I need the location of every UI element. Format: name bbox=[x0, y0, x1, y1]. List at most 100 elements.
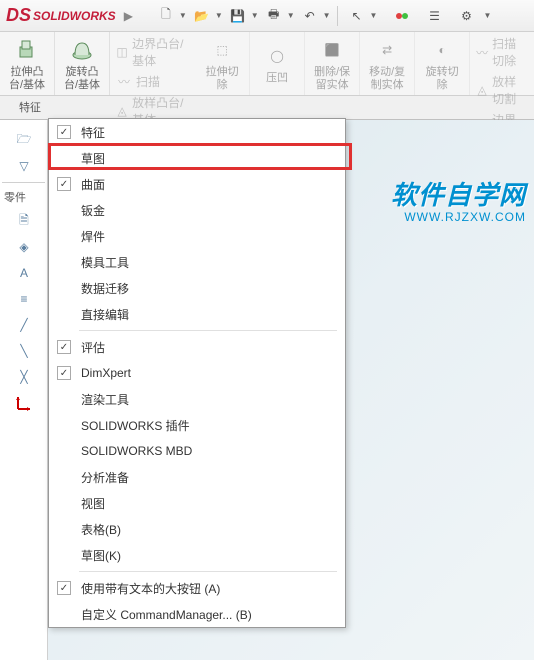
revolve-cut-icon: ◐ bbox=[428, 36, 456, 64]
context-menu-item[interactable]: 自定义 CommandManager... (B) bbox=[49, 601, 345, 627]
extrude-boss-label: 拉伸凸 台/基体 bbox=[6, 66, 48, 90]
loft-cut-icon: ◬ bbox=[476, 82, 488, 98]
titlebar-right: ☰ ⚙ ▼ bbox=[389, 4, 491, 28]
checkbox-checked-icon bbox=[57, 340, 71, 354]
sweep-icon: 〰 bbox=[116, 74, 132, 90]
sweep-cut-icon: 〰 bbox=[476, 44, 488, 60]
context-menu-item-label: 模具工具 bbox=[81, 254, 129, 271]
context-menu-item[interactable]: DimXpert bbox=[49, 360, 345, 386]
tab-features[interactable]: 特征 bbox=[6, 95, 54, 119]
loft-cut-label: 放样切割 bbox=[492, 73, 528, 107]
context-menu-item[interactable]: 数据迁移 bbox=[49, 275, 345, 301]
cut-group-5: ◐旋转切 除 bbox=[415, 32, 470, 95]
dropdown-icon[interactable]: ▼ bbox=[215, 11, 223, 20]
context-menu-item[interactable]: 直接编辑 bbox=[49, 301, 345, 327]
revolve-cut-button[interactable]: ◐旋转切 除 bbox=[421, 36, 463, 90]
chevron-right-icon[interactable]: ▶ bbox=[124, 9, 133, 23]
revolve-boss-group: 旋转凸 台/基体 bbox=[55, 32, 110, 95]
context-menu-item[interactable]: 使用带有文本的大按钮 (A) bbox=[49, 575, 345, 601]
context-menu-item[interactable]: 焊件 bbox=[49, 223, 345, 249]
filter-icon[interactable]: ▽ bbox=[2, 154, 46, 178]
context-menu-item-label: 渲染工具 bbox=[81, 391, 129, 408]
boundary-boss-button[interactable]: ◫边界凸台/基体 bbox=[114, 34, 191, 70]
titlebar: DS SOLIDWORKS ▶ 🗋▼ 📂▼ 💾▼ 🖶▼ ↶▼ ↖▼ ☰ ⚙ ▼ bbox=[0, 0, 534, 32]
app-logo: DS SOLIDWORKS bbox=[6, 5, 116, 26]
move-copy-button[interactable]: ⇄移动/复 制实体 bbox=[366, 36, 408, 90]
context-menu-item-label: 使用带有文本的大按钮 (A) bbox=[81, 580, 220, 597]
context-menu-item[interactable]: 曲面 bbox=[49, 171, 345, 197]
sweep-cut-button[interactable]: 〰扫描切除 bbox=[474, 34, 530, 70]
print-icon[interactable]: 🖶 bbox=[261, 4, 287, 28]
context-menu-item[interactable]: SOLIDWORKS 插件 bbox=[49, 412, 345, 438]
traffic-light-icon[interactable] bbox=[389, 4, 415, 28]
context-menu-item[interactable]: 渲染工具 bbox=[49, 386, 345, 412]
move-copy-icon: ⇄ bbox=[373, 36, 401, 64]
dropdown-icon[interactable]: ▼ bbox=[179, 11, 187, 20]
context-menu-item[interactable]: 草图 bbox=[49, 145, 345, 171]
loft-cut-button[interactable]: ◬放样切割 bbox=[474, 72, 530, 108]
tabs-context-menu: 特征草图曲面钣金焊件模具工具数据迁移直接编辑评估DimXpert 渲染工具 SOLI… bbox=[48, 118, 346, 628]
context-menu-item[interactable]: 草图(K) bbox=[49, 542, 345, 568]
move-copy-label: 移动/复 制实体 bbox=[366, 66, 408, 90]
logo-text: SOLIDWORKS bbox=[33, 9, 116, 23]
context-menu-item[interactable]: 表格(B) bbox=[49, 516, 345, 542]
extrude-cut-button[interactable]: ⬚拉伸切 除 bbox=[201, 36, 243, 90]
dropdown-icon[interactable]: ▼ bbox=[483, 11, 491, 20]
dropdown-icon[interactable]: ▼ bbox=[251, 11, 259, 20]
plane-top-icon[interactable]: ╲ bbox=[2, 339, 46, 363]
context-menu-item-label: 自定义 CommandManager... (B) bbox=[81, 606, 252, 623]
watermark: 软件自学网 WWW.RJZXW.COM bbox=[391, 175, 526, 224]
hole-button[interactable]: ◯ 压凹 bbox=[256, 42, 298, 84]
extrude-boss-button[interactable]: 拉伸凸 台/基体 bbox=[6, 36, 48, 90]
context-menu-item[interactable]: 评估 bbox=[49, 334, 345, 360]
menu-separator bbox=[79, 571, 337, 572]
plane-right-icon[interactable]: ╳ bbox=[2, 365, 46, 389]
origin-icon[interactable] bbox=[2, 391, 46, 415]
boundary-boss-label: 边界凸台/基体 bbox=[132, 35, 189, 69]
select-icon[interactable]: ↖ bbox=[344, 4, 370, 28]
separator bbox=[337, 6, 338, 26]
options-list-icon[interactable]: ☰ bbox=[421, 4, 447, 28]
revolve-boss-icon bbox=[68, 36, 96, 64]
material-icon[interactable]: ≡ bbox=[2, 287, 46, 311]
cut-group-2: ◯ 压凹 bbox=[250, 32, 305, 95]
annotations-icon[interactable]: A bbox=[2, 261, 46, 285]
checkbox-checked-icon bbox=[57, 366, 71, 380]
delete-keep-button[interactable]: ⬛删除/保 留实体 bbox=[311, 36, 353, 90]
context-menu-item-label: 视图 bbox=[81, 495, 105, 512]
left-tool-panel: 🗁 ▽ 零件 🗎 ◈ A ≡ ╱ ╲ ╳ bbox=[0, 120, 48, 660]
context-menu-item[interactable]: 分析准备 bbox=[49, 464, 345, 490]
dropdown-icon[interactable]: ▼ bbox=[370, 11, 378, 20]
delete-keep-label: 删除/保 留实体 bbox=[311, 66, 353, 90]
sweep-label: 扫描 bbox=[136, 73, 160, 90]
history-icon[interactable]: 🗎 bbox=[2, 209, 46, 233]
context-menu-item[interactable]: 钣金 bbox=[49, 197, 345, 223]
plane-front-icon[interactable]: ╱ bbox=[2, 313, 46, 337]
hole-icon: ◯ bbox=[263, 42, 291, 70]
dropdown-icon[interactable]: ▼ bbox=[323, 11, 331, 20]
revolve-boss-button[interactable]: 旋转凸 台/基体 bbox=[61, 36, 103, 90]
dropdown-icon[interactable]: ▼ bbox=[287, 11, 295, 20]
context-menu-item[interactable]: 特征 bbox=[49, 119, 345, 145]
hole-label: 压凹 bbox=[266, 72, 288, 84]
undo-icon[interactable]: ↶ bbox=[297, 4, 323, 28]
cut-group-3: ⬛删除/保 留实体 bbox=[305, 32, 360, 95]
context-menu-item[interactable]: 视图 bbox=[49, 490, 345, 516]
save-icon[interactable]: 💾 bbox=[225, 4, 251, 28]
context-menu-item[interactable]: 模具工具 bbox=[49, 249, 345, 275]
sweep-button[interactable]: 〰扫描 bbox=[114, 72, 191, 91]
context-menu-item-label: 草图(K) bbox=[81, 547, 121, 564]
command-manager-toolbar: 拉伸凸 台/基体 旋转凸 台/基体 ◫边界凸台/基体 〰扫描 ◬放样凸台/基体 … bbox=[0, 32, 534, 96]
settings-gear-icon[interactable]: ⚙ bbox=[453, 4, 479, 28]
cut-small-group: 〰扫描切除 ◬放样切割 ◫边界切除 bbox=[470, 32, 534, 95]
feature-tree-icon[interactable]: 🗁 bbox=[2, 128, 46, 152]
boss-small-group: ◫边界凸台/基体 〰扫描 ◬放样凸台/基体 bbox=[110, 32, 195, 95]
context-menu-item[interactable]: SOLIDWORKS MBD bbox=[49, 438, 345, 464]
revolve-cut-label: 旋转切 除 bbox=[421, 66, 463, 90]
delete-keep-icon: ⬛ bbox=[318, 36, 346, 64]
open-file-icon[interactable]: 📂 bbox=[189, 4, 215, 28]
revolve-boss-label: 旋转凸 台/基体 bbox=[61, 66, 103, 90]
new-file-icon[interactable]: 🗋 bbox=[153, 4, 179, 28]
sensors-icon[interactable]: ◈ bbox=[2, 235, 46, 259]
context-menu-item-label: 数据迁移 bbox=[81, 280, 129, 297]
